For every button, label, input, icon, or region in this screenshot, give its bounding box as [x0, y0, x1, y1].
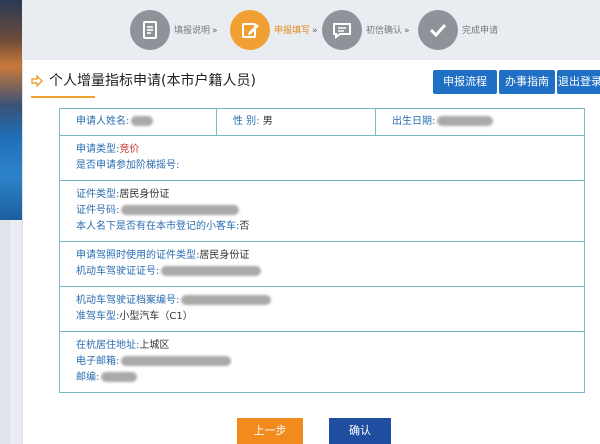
list-item: 机动车驾驶证档案编号: [76, 293, 568, 309]
edit-icon [230, 10, 270, 50]
redacted-value [181, 295, 272, 305]
gender-cell: 性 别: 男 [216, 109, 375, 135]
step-label: 完成申请 [462, 26, 499, 36]
chat-icon [322, 10, 362, 50]
list-item: 机动车驾驶证证号: [76, 264, 568, 280]
document-icon [130, 10, 170, 50]
list-item: 邮编: [76, 370, 568, 386]
list-item: 证件类型:居民身份证 [76, 189, 170, 200]
list-item: 申请类型:竞价 [76, 144, 140, 155]
step-label: 初信确认» [366, 26, 410, 36]
background-edge [0, 220, 10, 444]
list-item: 是否申请参加阶梯摇号: [76, 160, 180, 171]
list-item: 电子邮箱: [76, 354, 568, 370]
application-info-table: 申请人姓名: 性 别: 男 出生日期: 申请类型:竞价 是否申请参加阶梯摇号: … [59, 108, 585, 393]
table-row: 在杭居住地址:上城区 电子邮箱: 邮编: [60, 331, 584, 392]
list-item: 证件号码: [76, 203, 568, 219]
step-label: 申报填写» [274, 26, 318, 36]
redacted-value [131, 116, 154, 126]
table-row: 机动车驾驶证档案编号: 准驾车型:小型汽车（C1） [60, 286, 584, 331]
application-flow-button[interactable]: 申报流程 [433, 70, 497, 94]
previous-step-button[interactable]: 上一步 [237, 418, 303, 444]
logout-button[interactable]: 退出登录 [557, 70, 600, 94]
background-photo-strip [0, 0, 22, 220]
birth-date-cell: 出生日期: [375, 109, 580, 135]
list-item: 准驾车型:小型汽车（C1） [76, 311, 193, 322]
arrow-right-icon [31, 72, 43, 91]
list-item: 申请驾照时使用的证件类型:居民身份证 [76, 250, 250, 261]
table-row: 申请驾照时使用的证件类型:居民身份证 机动车驾驶证证号: [60, 241, 584, 286]
applicant-name-cell: 申请人姓名: [60, 109, 216, 135]
redacted-value [161, 266, 262, 276]
redacted-value [101, 372, 138, 382]
main-panel: 个人增量指标申请(本市户籍人员) 申报流程 办事指南 退出登录 申请人姓名: 性… [22, 60, 600, 444]
table-row: 申请类型:竞价 是否申请参加阶梯摇号: [60, 135, 584, 180]
redacted-value [121, 356, 232, 366]
list-item: 在杭居住地址:上城区 [76, 340, 170, 351]
guide-button[interactable]: 办事指南 [499, 70, 555, 94]
title-underline [31, 96, 95, 98]
table-row: 证件类型:居民身份证 证件号码: 本人名下是否有在本市登记的小客车:否 [60, 180, 584, 241]
confirm-button[interactable]: 确认 [329, 418, 391, 444]
list-item: 本人名下是否有在本市登记的小客车:否 [76, 221, 250, 232]
progress-steps: 填报说明» 申报填写» 初信确认» 完成申请 [130, 8, 500, 54]
redacted-value [121, 205, 240, 215]
check-icon [418, 10, 458, 50]
page-title: 个人增量指标申请(本市户籍人员) [49, 73, 256, 89]
step-label: 填报说明» [174, 26, 218, 36]
redacted-value [437, 116, 494, 126]
table-row: 申请人姓名: 性 别: 男 出生日期: [60, 109, 584, 135]
